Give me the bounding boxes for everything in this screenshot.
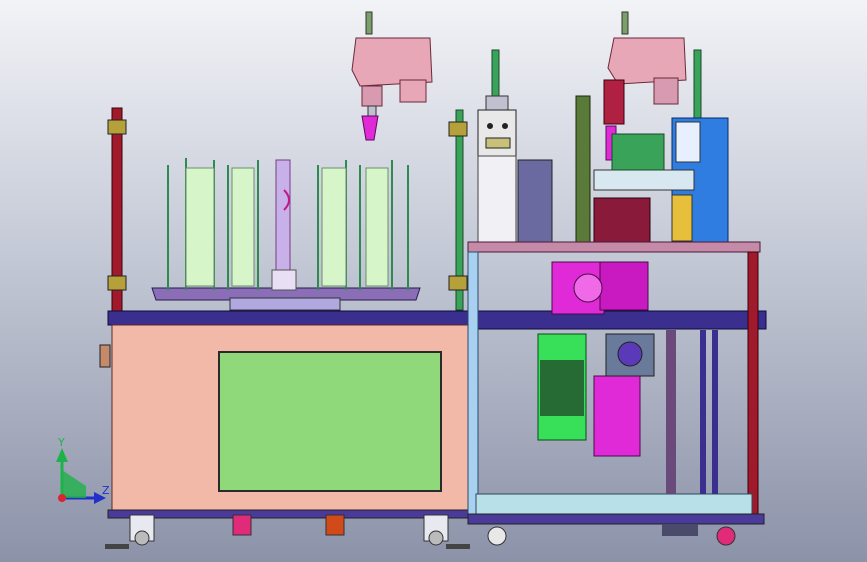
coil-cylinder-4 (365, 167, 389, 287)
left-scara-robot (351, 11, 433, 141)
y-axis-label: Y (57, 436, 65, 449)
spindle-collar (271, 269, 297, 291)
axis-triad: Y Z (56, 436, 110, 504)
left-side-handle (99, 344, 111, 368)
coil-cylinder-1 (185, 167, 215, 287)
left-post-clamp-bottom (107, 275, 127, 291)
xy-plane-marker (62, 470, 86, 498)
z-axis-label: Z (102, 484, 110, 497)
left-cabinet-feet (105, 514, 470, 549)
cad-viewport[interactable]: Y Z (0, 0, 867, 562)
y-axis-head (56, 448, 68, 462)
center-column (448, 49, 553, 311)
central-spindle (275, 159, 291, 289)
left-cabinet-assembly (99, 107, 477, 549)
x-axis-dot (58, 494, 66, 502)
turntable-hub (229, 297, 341, 311)
cabinet-top-rail (107, 310, 473, 326)
cabinet-window (218, 351, 442, 492)
coil-cylinder-2 (231, 167, 255, 287)
cabinet-base-rail (107, 509, 477, 519)
right-station (467, 11, 767, 546)
coil-cylinder-3 (321, 167, 347, 287)
left-post-clamp-top (107, 119, 127, 135)
machine-assembly-drawing: Y Z (56, 11, 767, 549)
